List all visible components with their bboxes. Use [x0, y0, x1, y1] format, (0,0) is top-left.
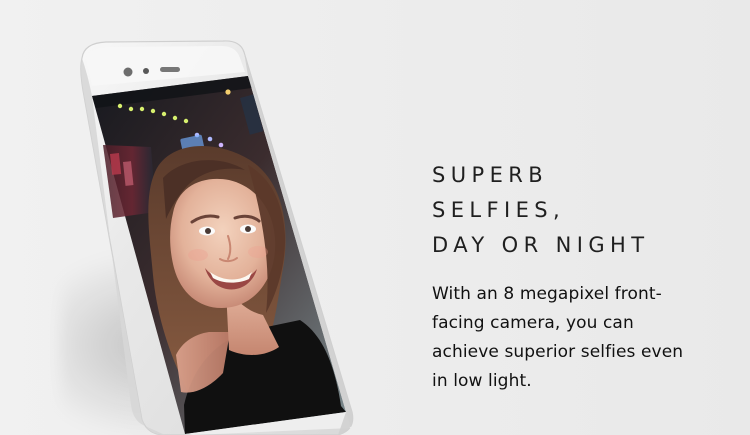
headline-line-2: SELFIES,	[432, 198, 566, 222]
proximity-sensor-icon	[143, 68, 149, 74]
feature-description: With an 8 megapixel front-facing camera,…	[432, 284, 684, 391]
front-camera-icon	[123, 67, 133, 77]
headline: SUPERB SELFIES, DAY OR NIGHT	[432, 158, 732, 263]
product-banner: SUPERB SELFIES, DAY OR NIGHT With an 8 m…	[0, 0, 750, 435]
headline-line-3: DAY OR NIGHT	[432, 233, 650, 257]
headline-line-1: SUPERB	[432, 163, 549, 187]
earpiece-icon	[160, 67, 180, 72]
